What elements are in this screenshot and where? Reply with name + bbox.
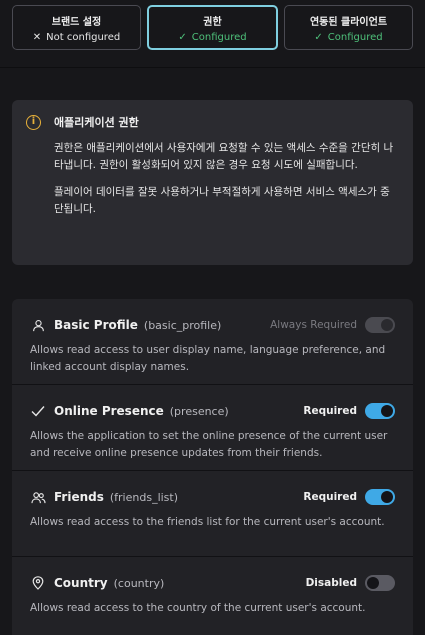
- permission-description: Allows the application to set the online…: [30, 430, 388, 459]
- tab-bar: 브랜드 설정 ✕ Not configured 권한 ✓ Configured …: [0, 0, 425, 50]
- permission-description: Allows read access to the friends list f…: [30, 516, 385, 528]
- tab-title: 브랜드 설정: [51, 16, 102, 28]
- checkmark-icon: [30, 403, 46, 419]
- location-pin-icon: [30, 575, 46, 591]
- permission-status: Required: [303, 405, 357, 417]
- permission-toggle[interactable]: [365, 575, 395, 591]
- permission-name: Friends: [54, 490, 104, 504]
- user-icon: [30, 317, 46, 333]
- permission-status: Always Required: [270, 319, 357, 331]
- permission-scope: (presence): [169, 404, 229, 418]
- permission-friends: Friends (friends_list) Required Allows r…: [12, 471, 413, 557]
- notice-paragraph: 권한은 애플리케이션에서 사용자에게 요청할 수 있는 액세스 수준을 간단히 …: [54, 142, 394, 171]
- permission-scope: (basic_profile): [143, 318, 222, 332]
- permission-toggle[interactable]: [365, 489, 395, 505]
- notice-paragraph: 플레이어 데이터를 잘못 사용하거나 부적절하게 사용하면 서비스 액세스가 중…: [54, 186, 390, 215]
- tab-status: ✕ Not configured: [33, 32, 120, 43]
- permissions-list: Basic Profile (basic_profile) Always Req…: [12, 299, 413, 635]
- tab-status-label: Not configured: [46, 31, 121, 43]
- tab-status-label: Configured: [191, 31, 247, 43]
- permission-status: Required: [303, 491, 357, 503]
- x-icon: ✕: [32, 31, 42, 43]
- permission-scope: (country): [113, 576, 165, 590]
- permission-basic-profile: Basic Profile (basic_profile) Always Req…: [12, 299, 413, 385]
- users-icon: [30, 489, 46, 505]
- tab-title: 연동된 클라이언트: [309, 16, 388, 28]
- permission-name: Country: [54, 576, 108, 590]
- tab-title: 권한: [203, 16, 222, 28]
- tab-status: ✓ Configured: [314, 32, 382, 43]
- permission-toggle[interactable]: [365, 403, 395, 419]
- tab-linked-clients[interactable]: 연동된 클라이언트 ✓ Configured: [284, 5, 413, 50]
- tab-status-label: Configured: [327, 31, 383, 43]
- permissions-notice: i 애플리케이션 권한 권한은 애플리케이션에서 사용자에게 요청할 수 있는 …: [12, 100, 413, 265]
- permission-status: Disabled: [305, 577, 357, 589]
- tab-brand-settings[interactable]: 브랜드 설정 ✕ Not configured: [12, 5, 141, 50]
- permission-description: Allows read access to the country of the…: [30, 602, 366, 614]
- permission-description: Allows read access to user display name,…: [30, 344, 386, 373]
- permission-scope: (friends_list): [109, 490, 179, 504]
- permission-name: Online Presence: [54, 404, 164, 418]
- permission-online-presence: Online Presence (presence) Required Allo…: [12, 385, 413, 471]
- permission-toggle: [365, 317, 395, 333]
- notice-title: 애플리케이션 권한: [54, 116, 139, 129]
- header-divider: [0, 50, 425, 68]
- tab-status: ✓ Configured: [178, 32, 246, 43]
- info-icon: i: [26, 114, 41, 130]
- check-icon: ✓: [314, 31, 323, 43]
- permission-name: Basic Profile: [54, 318, 138, 332]
- tab-permissions[interactable]: 권한 ✓ Configured: [147, 5, 278, 50]
- check-icon: ✓: [178, 31, 187, 43]
- permission-country: Country (country) Disabled Allows read a…: [12, 557, 413, 635]
